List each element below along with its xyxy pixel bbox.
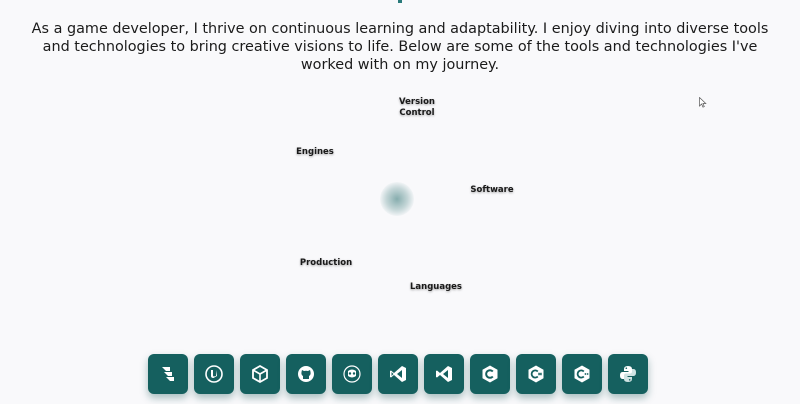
github-button[interactable] (286, 354, 326, 394)
jira-button[interactable] (148, 354, 188, 394)
godot-icon (343, 365, 361, 383)
vscode-button[interactable] (424, 354, 464, 394)
category-engines[interactable]: Engines (290, 147, 340, 158)
skills-page: As a game developer, I thrive on continu… (0, 0, 800, 404)
visual-studio-icon (390, 366, 406, 382)
cpp-icon (574, 365, 590, 383)
unity-button[interactable] (240, 354, 280, 394)
category-software[interactable]: Software (466, 185, 518, 196)
c-language-button[interactable] (470, 354, 510, 394)
unreal-engine-button[interactable] (194, 354, 234, 394)
category-version-control[interactable]: Version Control (394, 97, 440, 119)
intro-paragraph: As a game developer, I thrive on continu… (31, 21, 769, 73)
csharp-language-button[interactable] (516, 354, 556, 394)
vscode-icon (436, 366, 452, 382)
unity-icon (252, 364, 268, 384)
c-icon (482, 365, 498, 383)
python-button[interactable] (608, 354, 648, 394)
mouse-cursor-icon (699, 97, 707, 108)
category-production[interactable]: Production (296, 258, 356, 269)
jira-icon (162, 367, 174, 381)
github-icon (298, 366, 314, 382)
category-languages[interactable]: Languages (405, 282, 467, 293)
cpp-language-button[interactable] (562, 354, 602, 394)
csharp-icon (528, 365, 544, 383)
tools-toolbar (148, 354, 648, 394)
orbit-center-glow (380, 182, 414, 216)
visual-studio-button[interactable] (378, 354, 418, 394)
python-icon (620, 366, 636, 382)
unreal-engine-icon (205, 365, 223, 383)
top-accent-line (398, 0, 402, 3)
godot-button[interactable] (332, 354, 372, 394)
